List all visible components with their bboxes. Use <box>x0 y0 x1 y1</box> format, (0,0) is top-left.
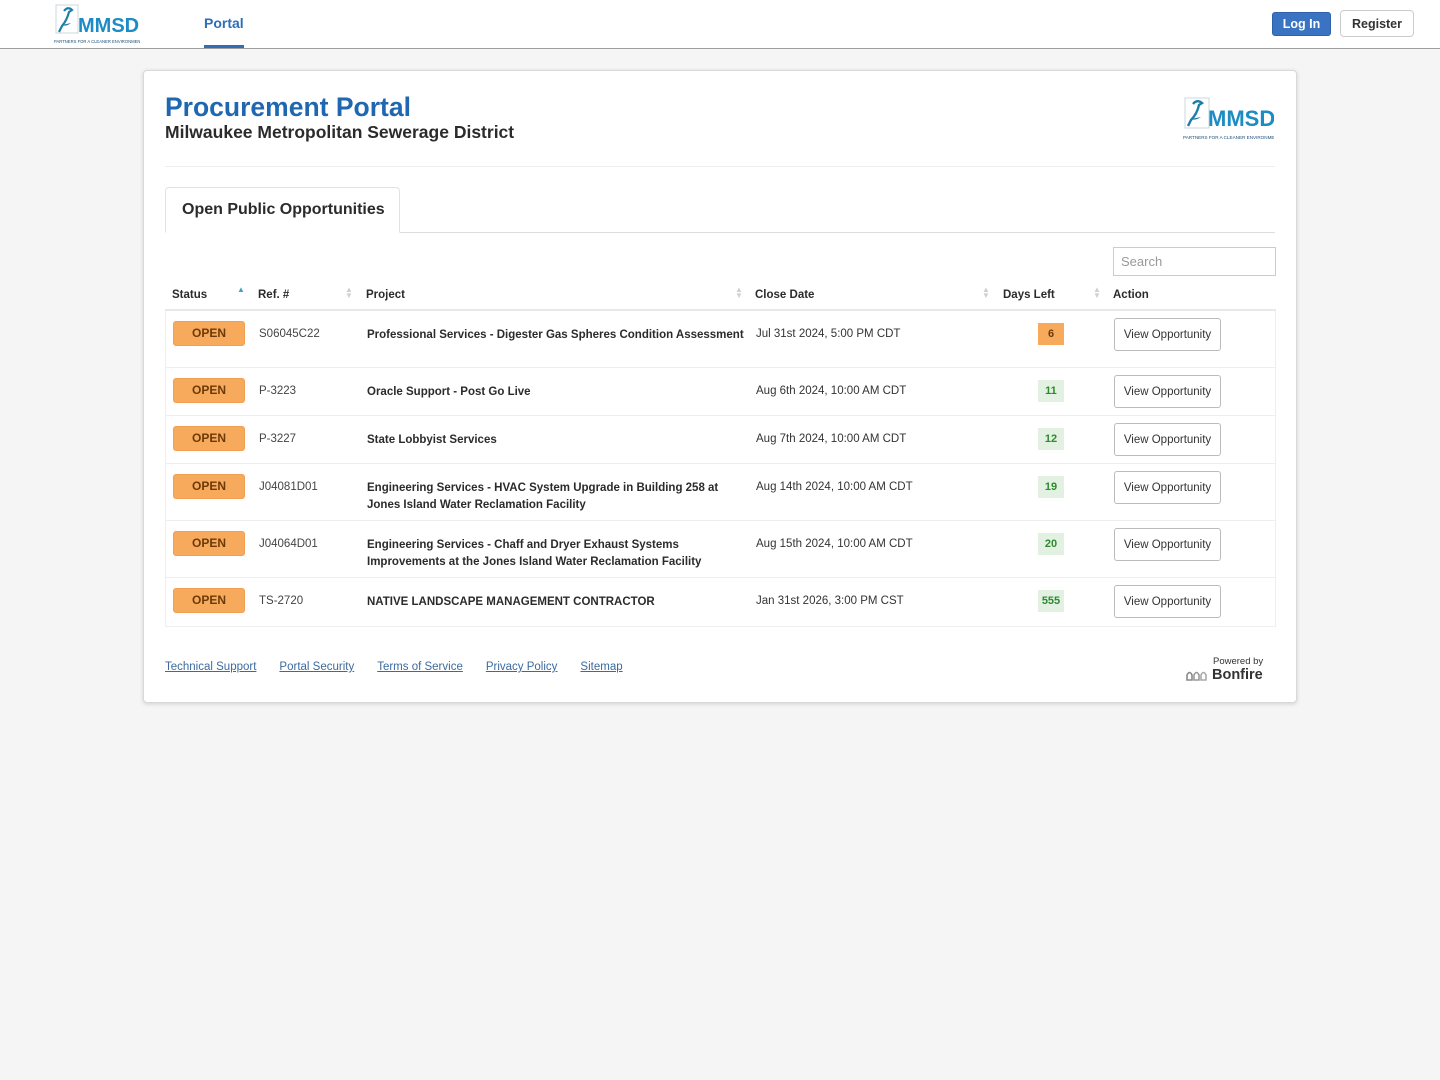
powered-by-label: Powered by <box>1213 656 1264 667</box>
days-left-badge: 12 <box>1038 428 1064 450</box>
project-name: Oracle Support - Post Go Live <box>367 386 531 398</box>
ref-number: J04081D01 <box>259 481 318 493</box>
svg-text:MMSD: MMSD <box>78 15 139 37</box>
column-header-action: Action <box>1113 289 1149 301</box>
column-header-ref[interactable]: Ref. # <box>258 289 289 301</box>
opportunities-table: Status ▲▼ Ref. # ▲▼ Project ▲▼ Close Dat… <box>165 283 1276 627</box>
project-name: Professional Services - Digester Gas Sph… <box>367 329 744 341</box>
sort-icon[interactable]: ▲ ▼ <box>345 286 353 300</box>
bonfire-logo[interactable]: Bonfire <box>1186 667 1263 683</box>
view-opportunity-button[interactable]: View Opportunity <box>1114 318 1221 351</box>
svg-text:MMSD: MMSD <box>1208 106 1274 131</box>
table-header: Status ▲▼ Ref. # ▲▼ Project ▲▼ Close Dat… <box>165 283 1276 311</box>
bonfire-brand-text: Bonfire <box>1212 667 1263 683</box>
portal-card: Procurement Portal Milwaukee Metropolita… <box>143 70 1297 703</box>
footer-link-terms-of-service[interactable]: Terms of Service <box>377 661 463 673</box>
column-header-days-left[interactable]: Days Left <box>1003 289 1055 301</box>
days-left-badge: 555 <box>1038 590 1064 612</box>
status-badge: OPEN <box>173 321 245 346</box>
days-left-badge: 19 <box>1038 476 1064 498</box>
bonfire-flame-icon <box>1186 671 1207 681</box>
register-button[interactable]: Register <box>1340 10 1414 37</box>
footer-link-privacy-policy[interactable]: Privacy Policy <box>486 661 558 673</box>
close-date: Jul 31st 2024, 5:00 PM CDT <box>756 328 901 340</box>
table-row: OPEN P-3223 Oracle Support - Post Go Liv… <box>166 368 1275 416</box>
page-title: Procurement Portal <box>165 92 411 122</box>
days-left-badge: 6 <box>1038 323 1064 345</box>
close-date: Aug 6th 2024, 10:00 AM CDT <box>756 385 907 397</box>
table-row: OPEN S06045C22 Professional Services - D… <box>166 311 1275 368</box>
days-left-badge: 11 <box>1038 380 1064 402</box>
tab-open-public-opportunities[interactable]: Open Public Opportunities <box>165 187 400 233</box>
table-row: OPEN TS-2720 NATIVE LANDSCAPE MANAGEMENT… <box>166 578 1275 626</box>
status-badge: OPEN <box>173 378 245 403</box>
ref-number: P-3227 <box>259 433 297 445</box>
nav-tab-portal[interactable]: Portal <box>204 0 244 48</box>
top-navbar: MMSD PARTNERS FOR A CLEANER ENVIRONMENT … <box>0 0 1440 49</box>
table-row: OPEN J04064D01 Engineering Services - Ch… <box>166 521 1275 578</box>
divider <box>165 166 1275 167</box>
ref-number: S06045C22 <box>259 328 320 340</box>
footer-links: Technical Support Portal Security Terms … <box>165 661 623 673</box>
sort-icon[interactable]: ▲ ▼ <box>1093 286 1101 300</box>
page-subtitle: Milwaukee Metropolitan Sewerage District <box>165 122 515 142</box>
column-header-status[interactable]: Status <box>172 289 207 301</box>
svg-text:PARTNERS FOR A CLEANER ENVIRON: PARTNERS FOR A CLEANER ENVIRONMENT <box>1183 135 1274 140</box>
close-date: Jan 31st 2026, 3:00 PM CST <box>756 595 904 607</box>
sort-icon[interactable]: ▲ ▼ <box>982 286 990 300</box>
search-input[interactable] <box>1113 247 1276 276</box>
status-badge: OPEN <box>173 531 245 556</box>
table-row: OPEN P-3227 State Lobbyist Services Aug … <box>166 416 1275 464</box>
ref-number: J04064D01 <box>259 538 318 550</box>
status-badge: OPEN <box>173 588 245 613</box>
close-date: Aug 15th 2024, 10:00 AM CDT <box>756 538 913 550</box>
sort-ascending-icon[interactable]: ▲▼ <box>237 286 245 299</box>
table-row: OPEN J04081D01 Engineering Services - HV… <box>166 464 1275 521</box>
close-date: Aug 14th 2024, 10:00 AM CDT <box>756 481 913 493</box>
view-opportunity-button[interactable]: View Opportunity <box>1114 471 1221 504</box>
footer-link-portal-security[interactable]: Portal Security <box>279 661 354 673</box>
ref-number: TS-2720 <box>259 595 304 607</box>
ref-number: P-3223 <box>259 385 297 397</box>
tab-bar: Open Public Opportunities <box>165 187 1275 233</box>
column-header-close-date[interactable]: Close Date <box>755 289 814 301</box>
sort-icon[interactable]: ▲ ▼ <box>735 286 743 300</box>
status-badge: OPEN <box>173 426 245 451</box>
view-opportunity-button[interactable]: View Opportunity <box>1114 528 1221 561</box>
view-opportunity-button[interactable]: View Opportunity <box>1114 375 1221 408</box>
svg-text:PARTNERS FOR A CLEANER ENVIRON: PARTNERS FOR A CLEANER ENVIRONMENT <box>54 39 140 44</box>
project-name: Engineering Services - Chaff and Dryer E… <box>367 539 702 568</box>
table-body: OPEN S06045C22 Professional Services - D… <box>165 311 1276 627</box>
status-badge: OPEN <box>173 474 245 499</box>
close-date: Aug 7th 2024, 10:00 AM CDT <box>756 433 907 445</box>
days-left-badge: 20 <box>1038 533 1064 555</box>
column-header-project[interactable]: Project <box>366 289 405 301</box>
view-opportunity-button[interactable]: View Opportunity <box>1114 423 1221 456</box>
mmsd-logo: MMSD PARTNERS FOR A CLEANER ENVIRONMENT <box>1183 97 1274 140</box>
footer-link-sitemap[interactable]: Sitemap <box>580 661 622 673</box>
view-opportunity-button[interactable]: View Opportunity <box>1114 585 1221 618</box>
login-button[interactable]: Log In <box>1272 12 1331 36</box>
project-name: Engineering Services - HVAC System Upgra… <box>367 482 719 511</box>
mmsd-logo[interactable]: MMSD PARTNERS FOR A CLEANER ENVIRONMENT <box>54 3 140 45</box>
project-name: State Lobbyist Services <box>367 434 497 446</box>
project-name: NATIVE LANDSCAPE MANAGEMENT CONTRACTOR <box>367 596 655 608</box>
footer-link-technical-support[interactable]: Technical Support <box>165 661 256 673</box>
